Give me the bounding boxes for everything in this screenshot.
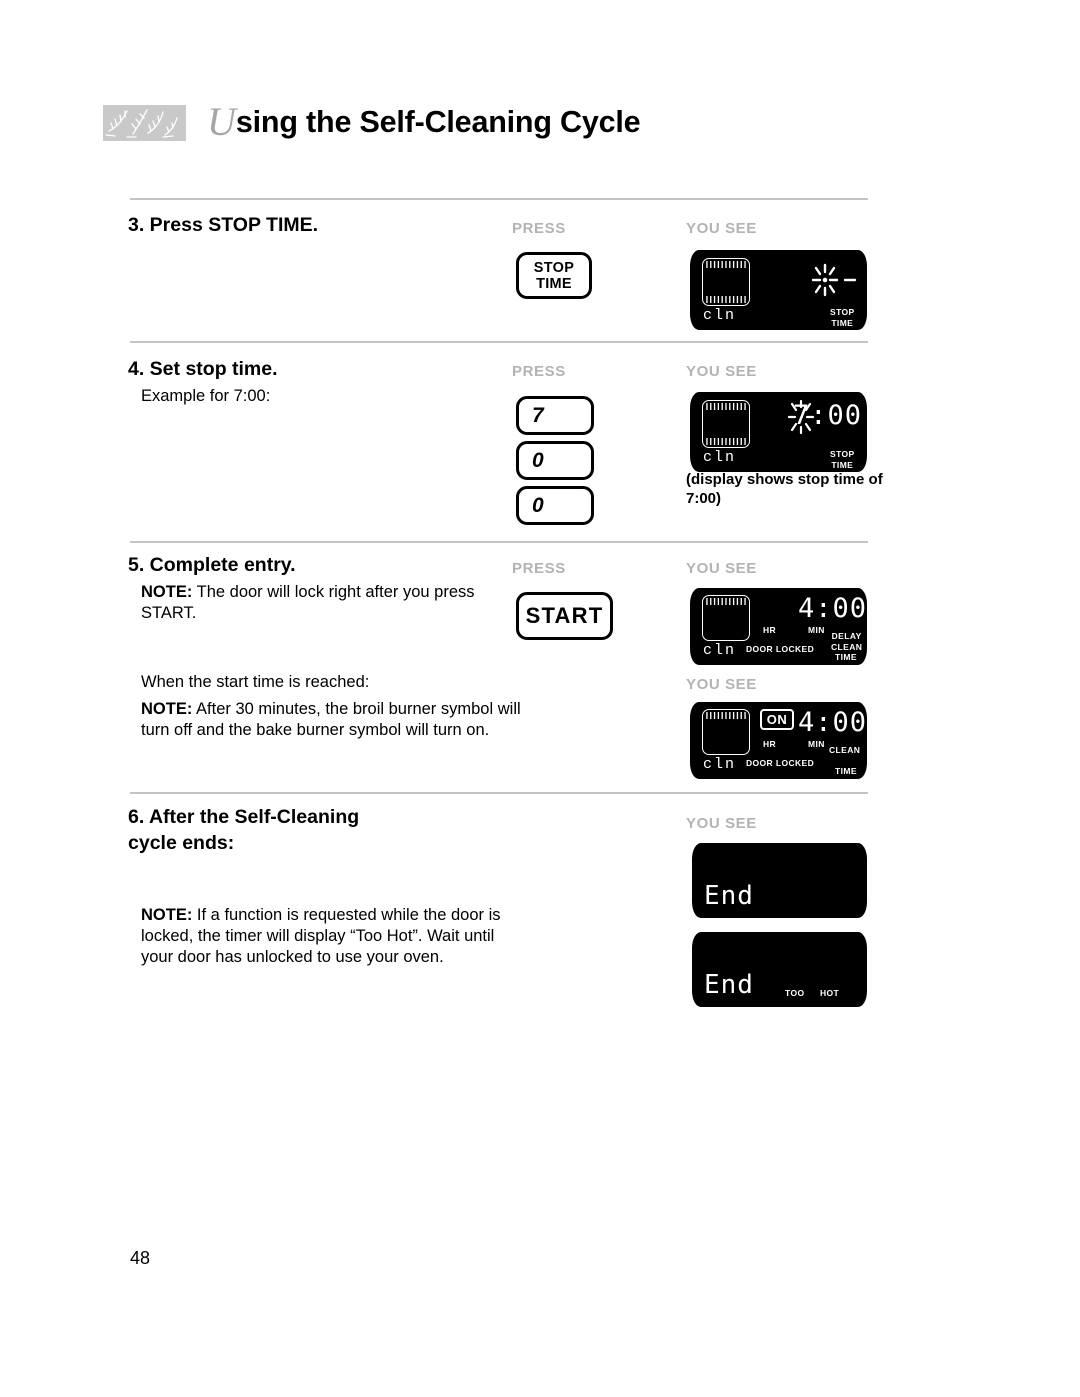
step-5-note: NOTE: The door will lock right after you… — [128, 582, 528, 624]
display-stop-time-700: cln 7:00 STOP TIME — [690, 392, 867, 472]
time-readout-3: 4:00 — [798, 593, 867, 624]
hot-tag-6: HOT — [820, 988, 840, 998]
display-stop-time-flashing: cln STOP TIME — [690, 250, 867, 330]
section-divider-2 — [130, 341, 868, 343]
door-locked-tag-4: DOOR LOCKED — [746, 758, 815, 768]
cln-indicator-1: cln — [703, 307, 737, 324]
broil-coil-icon — [706, 261, 746, 270]
stop-time-key[interactable]: STOP TIME — [516, 252, 592, 299]
cln-indicator-3: cln — [703, 642, 737, 659]
flashing-indicator-icon-2 — [788, 400, 822, 436]
step-6-heading: 6. After the Self-Cleaning cycle ends: — [128, 806, 360, 854]
page-header: Using the Self-Cleaning Cycle — [103, 100, 933, 156]
you-see-label-1: YOU SEE — [686, 220, 757, 237]
broil-coil-icon — [706, 712, 746, 721]
end-readout-5: End — [704, 881, 754, 911]
hr-tag-4: HR — [763, 739, 777, 749]
too-tag-6: TOO — [785, 988, 805, 998]
display-end: End — [692, 843, 867, 918]
mid-note: NOTE: After 30 minutes, the broil burner… — [141, 699, 541, 741]
step-4-heading: 4. Set stop time. — [128, 358, 278, 380]
press-label-3: PRESS — [512, 560, 566, 577]
section-divider-3 — [130, 541, 868, 543]
on-indicator-badge: ON — [760, 709, 794, 730]
oven-bake-icon — [702, 709, 750, 755]
step-6-note-text: If a function is requested while the doo… — [141, 906, 501, 966]
stop-time-tag-2: STOP TIME — [830, 449, 855, 470]
step-5-heading: 5. Complete entry. — [128, 554, 296, 576]
start-key[interactable]: START — [516, 592, 613, 640]
oven-broil-bake-icon — [702, 400, 750, 448]
page-title-text: sing the Self-Cleaning Cycle — [235, 105, 641, 139]
step-4-body: Example for 7:00: — [141, 387, 271, 405]
broil-coil-icon — [706, 598, 746, 607]
digit-0-key-2[interactable]: 0 — [516, 486, 594, 525]
mid-note-text: After 30 minutes, the broil burner symbo… — [141, 700, 521, 739]
step-3: 3. Press STOP TIME. — [128, 212, 508, 242]
you-see-label-5: YOU SEE — [686, 815, 757, 832]
step-6: 6. After the Self-Cleaning cycle ends: — [128, 804, 528, 860]
min-tag-3: MIN — [808, 625, 825, 635]
display-clean-running-400: cln ON 4:00 HR MIN DOOR LOCKED CLEAN TIM… — [690, 702, 867, 779]
step-6-note-label: NOTE: — [141, 906, 193, 924]
time-tag-3: TIME — [835, 652, 857, 662]
hr-tag-3: HR — [763, 625, 777, 635]
cln-indicator-4: cln — [703, 756, 737, 773]
step-3-heading: 3. Press STOP TIME. — [128, 214, 319, 236]
page-number: 48 — [130, 1248, 151, 1268]
display-end-too-hot: End TOO HOT — [692, 932, 867, 1007]
door-locked-tag-3: DOOR LOCKED — [746, 644, 815, 654]
wheat-sprig-ornament-icon — [103, 105, 186, 141]
oven-broil-bake-icon — [702, 258, 750, 306]
flashing-time-placeholder-icon — [809, 262, 861, 298]
page-title: Using the Self-Cleaning Cycle — [207, 99, 641, 144]
step-5-note-text: The door will lock right after you press… — [141, 583, 475, 622]
when-start-time-text: When the start time is reached: — [141, 673, 370, 691]
step-6-note: NOTE: If a function is requested while t… — [141, 905, 511, 968]
stop-time-key-line2: TIME — [536, 275, 572, 292]
digit-7-key[interactable]: 7 — [516, 396, 594, 435]
cln-indicator-2: cln — [703, 449, 737, 466]
delay-clean-tag-3: DELAY CLEAN — [831, 631, 863, 652]
end-readout-6: End — [704, 970, 754, 1000]
press-label-2: PRESS — [512, 363, 566, 380]
oven-bake-icon — [702, 595, 750, 641]
mid-note-label: NOTE: — [141, 700, 193, 718]
stop-time-tag-1: STOP TIME — [830, 307, 855, 328]
step-4: 4. Set stop time. Example for 7:00: — [128, 356, 508, 407]
bake-coil-icon — [706, 294, 746, 303]
you-see-label-4: YOU SEE — [686, 676, 757, 693]
broil-coil-icon — [706, 403, 746, 412]
section-divider-1 — [130, 198, 868, 200]
min-tag-4: MIN — [808, 739, 825, 749]
time-tag-4: TIME — [835, 766, 857, 776]
step-5-note-label: NOTE: — [141, 583, 193, 601]
bake-coil-icon — [706, 436, 746, 445]
step-5: 5. Complete entry. NOTE: The door will l… — [128, 552, 528, 624]
you-see-label-2: YOU SEE — [686, 363, 757, 380]
you-see-label-3: YOU SEE — [686, 560, 757, 577]
section-divider-4 — [130, 792, 868, 794]
display-2-caption: (display shows stop time of 7:00) — [686, 471, 883, 507]
time-readout-4: 4:00 — [798, 707, 867, 738]
press-label-1: PRESS — [512, 220, 566, 237]
page-title-drop-cap: U — [207, 99, 236, 144]
display-delay-clean-400: cln 4:00 HR MIN DOOR LOCKED DELAY CLEAN T… — [690, 588, 867, 665]
clean-tag-4: CLEAN — [829, 745, 861, 755]
digit-0-key-1[interactable]: 0 — [516, 441, 594, 480]
stop-time-key-line1: STOP — [533, 259, 575, 276]
